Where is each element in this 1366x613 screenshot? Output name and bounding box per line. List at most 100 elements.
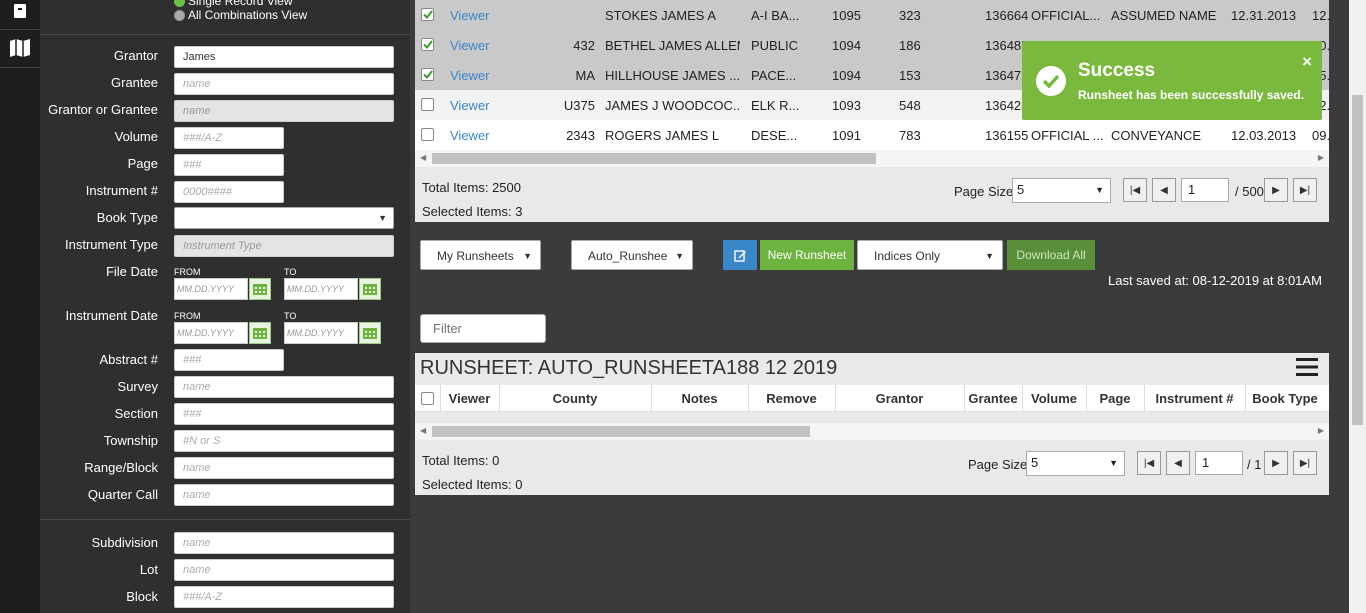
section-input[interactable] xyxy=(174,403,394,425)
column-header-book-type[interactable]: Book Type xyxy=(1245,391,1325,406)
page-vertical-scrollbar[interactable] xyxy=(1349,0,1366,613)
runsheet-last-page-button[interactable]: ▶| xyxy=(1293,451,1317,475)
runsheet-title: RUNSHEET: AUTO_RUNSHEETA188 12 2019 xyxy=(420,357,838,379)
radio-button[interactable] xyxy=(174,0,185,7)
row-checkbox[interactable] xyxy=(421,38,434,51)
toast-close-button[interactable]: × xyxy=(1302,52,1312,72)
horizontal-scrollbar[interactable]: ◀ ▶ xyxy=(415,423,1329,440)
my-runsheets-select[interactable]: My Runsheets ▼ xyxy=(420,240,541,270)
prev-page-button[interactable]: ◀ xyxy=(1152,178,1176,202)
page-size-select[interactable]: 5 ▼ xyxy=(1012,178,1111,203)
option-label: All Combinations View xyxy=(188,8,308,22)
calendar-icon[interactable] xyxy=(249,278,271,300)
calendar-icon[interactable] xyxy=(249,322,271,344)
instrument-type-input[interactable] xyxy=(174,235,394,257)
filter-input[interactable] xyxy=(420,314,546,343)
column-header-notes[interactable]: Notes xyxy=(651,391,748,406)
block-input[interactable] xyxy=(174,586,394,608)
runsheet-page-size-select[interactable]: 5 ▼ xyxy=(1026,451,1125,476)
runsheet-prev-page-button[interactable]: ◀ xyxy=(1166,451,1190,475)
table-row[interactable]: Viewer STOKES JAMES A A-I BA... 1095 323 1366… xyxy=(415,0,1330,30)
quarter-call-input[interactable] xyxy=(174,484,394,506)
table-cell: JAMES J WOODCOC... xyxy=(605,98,740,113)
download-all-button[interactable]: Download All xyxy=(1007,240,1095,270)
column-header-instrument-number[interactable]: Instrument # xyxy=(1144,391,1245,406)
range-block-input[interactable] xyxy=(174,457,394,479)
runsheet-page-number-input[interactable]: 1 xyxy=(1195,451,1243,475)
viewer-link[interactable]: Viewer xyxy=(450,128,490,143)
volume-input[interactable] xyxy=(174,127,284,149)
table-cell: OFFICIAL ... xyxy=(1031,128,1103,143)
scroll-right-icon[interactable]: ▶ xyxy=(1318,426,1324,435)
first-page-icon: |◀ xyxy=(1143,457,1155,469)
book-type-select[interactable]: ▼ xyxy=(174,207,394,229)
indices-select[interactable]: Indices Only ▼ xyxy=(857,240,1003,270)
survey-input[interactable] xyxy=(174,376,394,398)
column-header-grantor[interactable]: Grantor xyxy=(835,391,964,406)
column-header-volume[interactable]: Volume xyxy=(1022,391,1086,406)
first-page-button[interactable]: |◀ xyxy=(1123,178,1147,202)
total-items: Total Items: 2500 xyxy=(422,180,521,195)
grantor-input[interactable] xyxy=(174,46,394,68)
scroll-left-icon[interactable]: ◀ xyxy=(420,153,426,162)
edit-runsheet-button[interactable] xyxy=(723,240,757,270)
scroll-thumb[interactable] xyxy=(432,426,810,437)
column-header-page[interactable]: Page xyxy=(1086,391,1144,406)
runsheet-select[interactable]: Auto_Runshee ▼ xyxy=(571,240,693,270)
page-input[interactable] xyxy=(174,154,284,176)
scroll-right-icon[interactable]: ▶ xyxy=(1318,153,1324,162)
table-cell: PUBLIC xyxy=(751,38,798,53)
next-page-icon: ▶ xyxy=(1272,457,1280,469)
grantor-or-grantee-input[interactable] xyxy=(174,100,394,122)
row-checkbox[interactable] xyxy=(421,68,434,81)
table-row[interactable]: Viewer 2343 ROGERS JAMES L DESE... 1091 783 13… xyxy=(415,120,1330,150)
row-checkbox[interactable] xyxy=(421,8,434,21)
viewer-link[interactable]: Viewer xyxy=(450,8,490,23)
instrument-date-from-input[interactable]: MM.DD.YYYY xyxy=(174,322,248,344)
section-label: Section xyxy=(114,406,158,421)
file-date-from-label: FROM xyxy=(174,267,201,277)
instrument-date-to-input[interactable]: MM.DD.YYYY xyxy=(284,322,358,344)
viewer-link[interactable]: Viewer xyxy=(450,38,490,53)
new-runsheet-button[interactable]: New Runsheet xyxy=(760,240,854,270)
book-type-label: Book Type xyxy=(96,210,158,225)
row-checkbox[interactable] xyxy=(421,128,434,141)
viewer-link[interactable]: Viewer xyxy=(450,68,490,83)
table-cell: 548 xyxy=(899,98,921,113)
map-button[interactable] xyxy=(0,28,40,68)
instrument-number-label: Instrument # xyxy=(85,183,158,198)
scroll-left-icon[interactable]: ◀ xyxy=(420,426,426,435)
township-input[interactable] xyxy=(174,430,394,452)
scroll-thumb[interactable] xyxy=(432,153,876,164)
column-header-grantee[interactable]: Grantee xyxy=(964,391,1022,406)
subdivision-input[interactable] xyxy=(174,532,394,554)
page-number-input[interactable]: 1 xyxy=(1181,178,1229,202)
instrument-number-input[interactable] xyxy=(174,181,284,203)
file-date-to-input[interactable]: MM.DD.YYYY xyxy=(284,278,358,300)
select-all-checkbox[interactable] xyxy=(421,392,434,405)
single-record-view-option[interactable]: Single Record View xyxy=(174,0,293,8)
calendar-icon[interactable] xyxy=(359,278,381,300)
caret-down-icon: ▼ xyxy=(523,251,532,261)
menu-button[interactable] xyxy=(1296,357,1318,380)
scroll-thumb[interactable] xyxy=(1352,95,1363,425)
file-date-from-input[interactable]: MM.DD.YYYY xyxy=(174,278,248,300)
runsheet-first-page-button[interactable]: |◀ xyxy=(1137,451,1161,475)
clipboard-button[interactable] xyxy=(0,0,40,30)
horizontal-scrollbar[interactable]: ◀ ▶ xyxy=(415,150,1329,167)
last-page-button[interactable]: ▶| xyxy=(1293,178,1317,202)
radio-button[interactable] xyxy=(174,9,185,21)
column-header-county[interactable]: County xyxy=(499,391,651,406)
lot-input[interactable] xyxy=(174,559,394,581)
all-combinations-view-option[interactable]: All Combinations View xyxy=(174,8,307,22)
abstract-number-input[interactable] xyxy=(174,349,284,371)
column-header-remove[interactable]: Remove xyxy=(748,391,835,406)
row-checkbox[interactable] xyxy=(421,98,434,111)
next-page-button[interactable]: ▶ xyxy=(1264,178,1288,202)
runsheet-next-page-button[interactable]: ▶ xyxy=(1264,451,1288,475)
app-root: Single Record View All Combinations View… xyxy=(0,0,1366,613)
calendar-icon[interactable] xyxy=(359,322,381,344)
viewer-link[interactable]: Viewer xyxy=(450,98,490,113)
column-header-viewer[interactable]: Viewer xyxy=(440,391,499,406)
grantee-input[interactable] xyxy=(174,73,394,95)
